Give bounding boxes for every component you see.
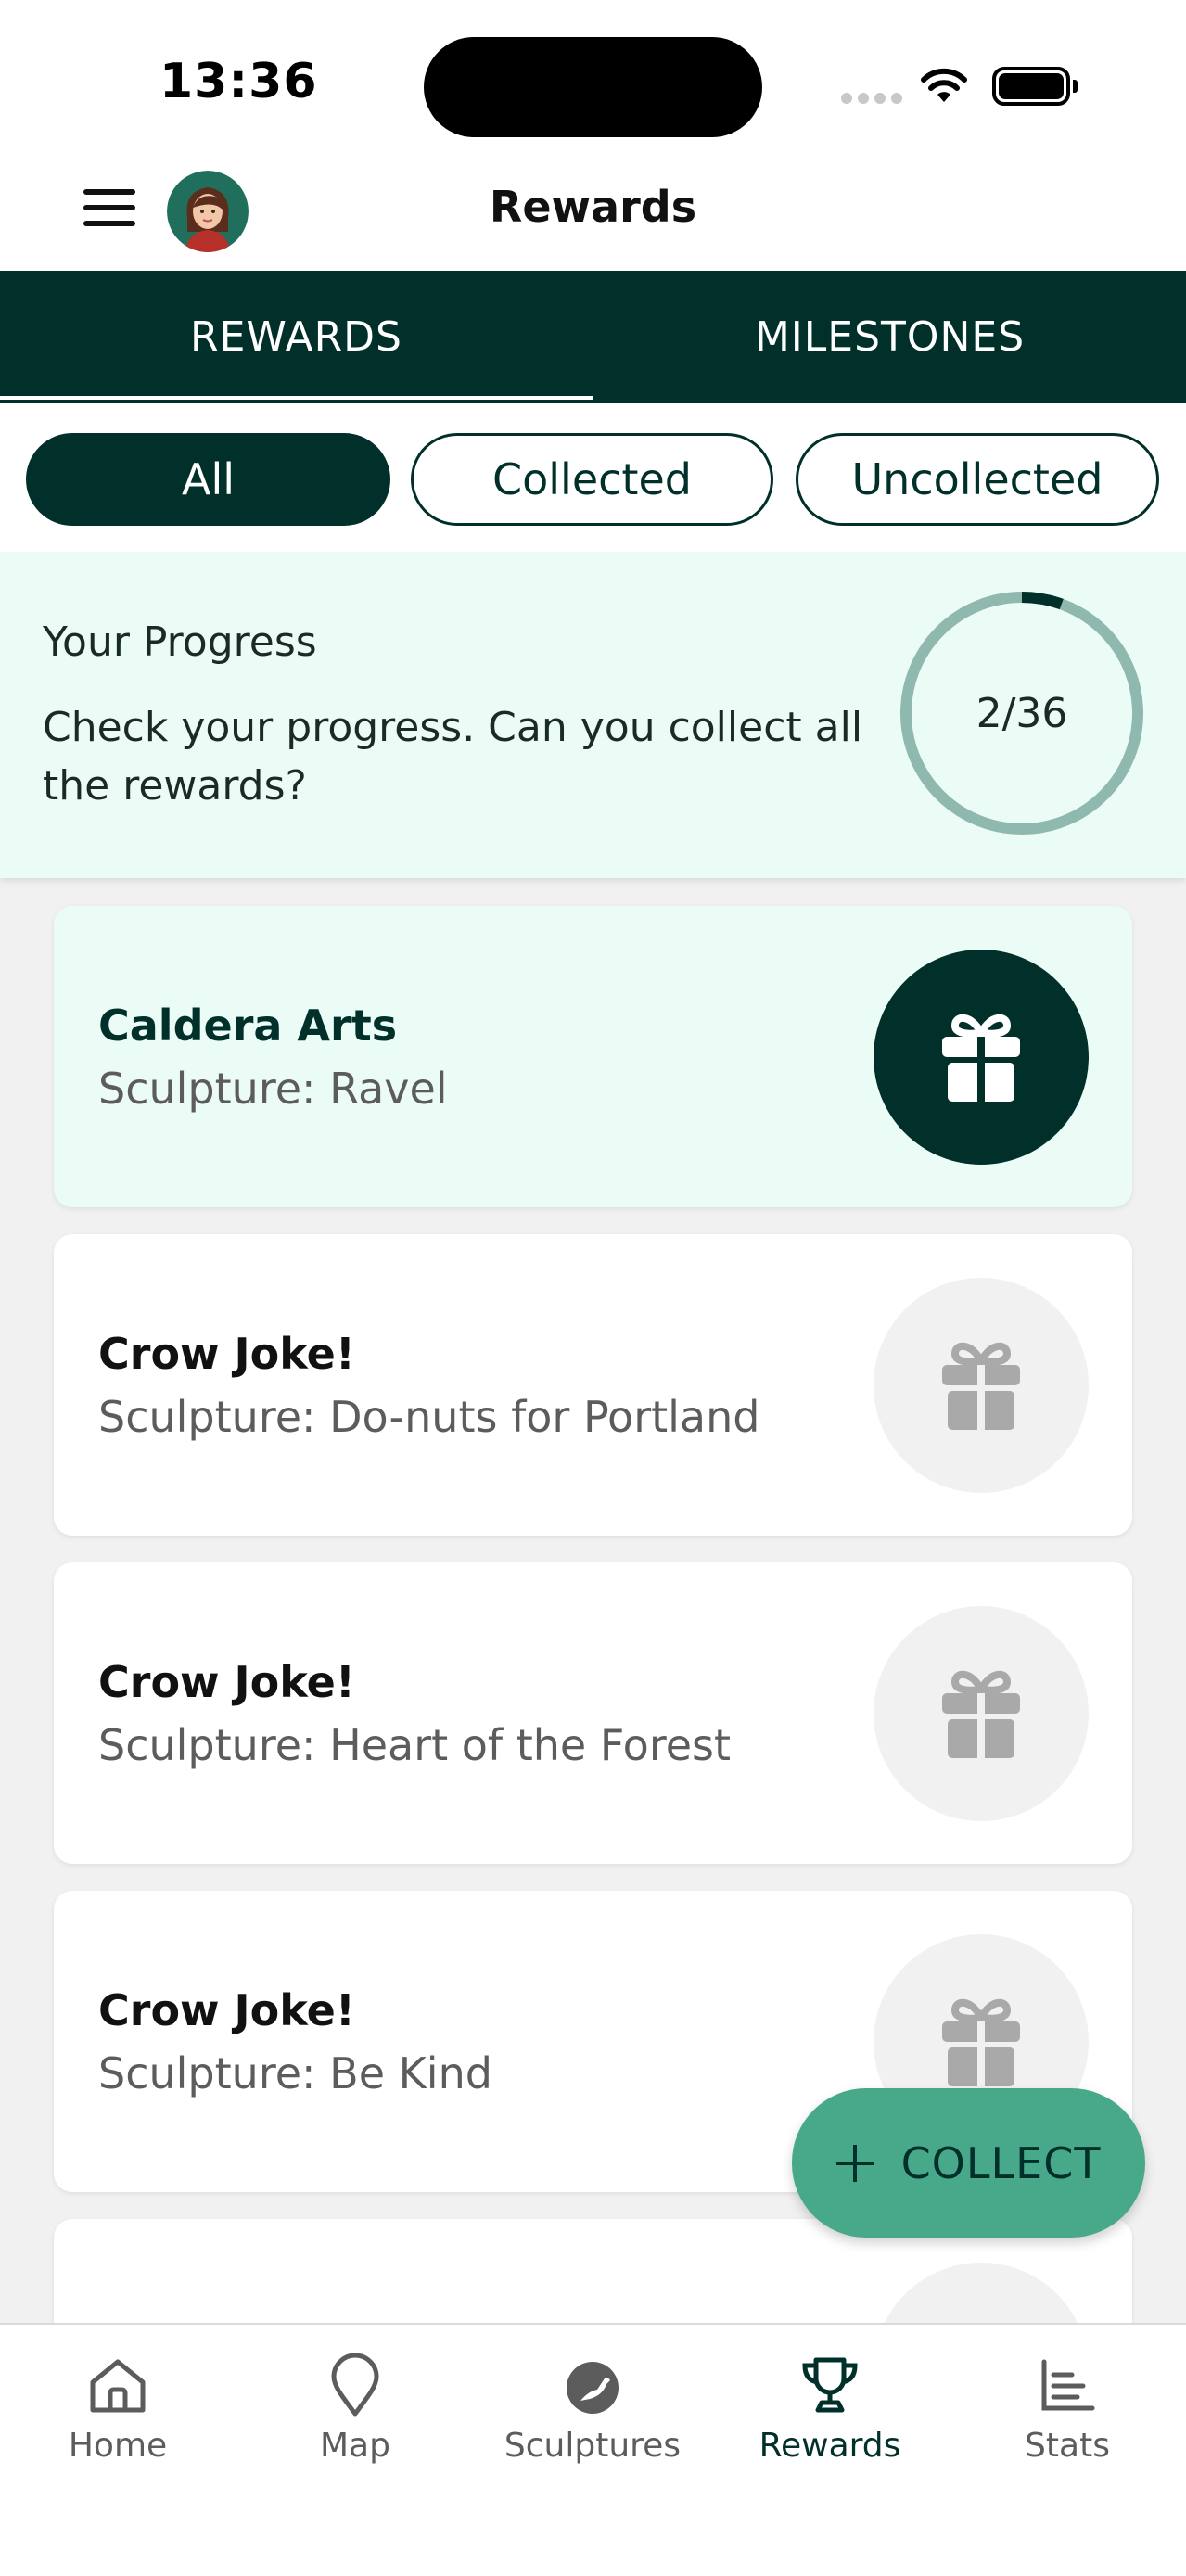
tab-bar: REWARDS MILESTONES <box>0 271 1186 403</box>
reward-badge <box>874 950 1089 1165</box>
reward-title: Crow Joke! <box>98 1985 355 2035</box>
nav-stats-label: Stats <box>1025 2427 1110 2465</box>
progress-card: Your Progress Check your progress. Can y… <box>0 552 1186 878</box>
tab-rewards[interactable]: REWARDS <box>0 271 593 403</box>
progress-count: 2/36 <box>976 689 1068 737</box>
dynamic-island <box>424 37 762 137</box>
reward-card[interactable]: Crow Joke! Sculpture: Do-nuts for Portla… <box>54 1234 1132 1536</box>
nav-map-label: Map <box>320 2427 390 2465</box>
nav-sculptures[interactable]: Sculptures <box>500 2343 685 2465</box>
filter-all-chip[interactable]: All <box>26 433 390 526</box>
trophy-icon <box>802 2357 858 2413</box>
filter-collected-chip[interactable]: Collected <box>411 433 773 526</box>
cellular-signal-icon <box>841 93 902 106</box>
rewards-screen: 13:36 Rewards REWARDS MILESTONES All Col… <box>0 0 1186 2576</box>
battery-icon <box>992 67 1078 106</box>
filter-bar: All Collected Uncollected <box>0 403 1186 552</box>
app-header: Rewards <box>0 158 1186 271</box>
reward-badge <box>874 2263 1089 2323</box>
reward-card[interactable]: Caldera Arts Sculpture: Ravel <box>54 906 1132 1207</box>
nav-sculptures-label: Sculptures <box>504 2427 682 2465</box>
reward-sculpture: Sculpture: Be Kind <box>98 2048 492 2098</box>
reward-sculpture: Sculpture: Heart of the Forest <box>98 1720 732 1770</box>
reward-badge <box>874 1606 1089 1821</box>
reward-badge <box>874 1278 1089 1493</box>
wifi-icon <box>921 68 967 102</box>
bottom-nav: Home Map Sculptures Rewards Stats <box>0 2323 1186 2576</box>
nav-rewards[interactable]: Rewards <box>737 2343 923 2465</box>
progress-description: Check your progress. Can you collect all… <box>43 704 863 810</box>
tab-indicator <box>0 396 593 400</box>
reward-sculpture: Sculpture: Ravel <box>98 1064 448 1114</box>
collect-button[interactable]: COLLECT <box>792 2088 1145 2238</box>
filter-uncollected-chip[interactable]: Uncollected <box>796 433 1159 526</box>
reward-title: Caldera Arts <box>98 1001 398 1051</box>
bird-icon <box>567 2362 619 2414</box>
bar-chart-icon <box>1041 2359 1095 2411</box>
collect-button-label: COLLECT <box>900 2137 1102 2188</box>
gift-icon <box>942 1998 1020 2086</box>
reward-card[interactable]: Crow Joke! Sculpture: Heart of the Fores… <box>54 1562 1132 1864</box>
tab-milestones[interactable]: MILESTONES <box>593 271 1186 403</box>
gift-icon <box>942 1342 1020 1430</box>
nav-home-label: Home <box>68 2427 168 2465</box>
nav-home[interactable]: Home <box>25 2343 210 2465</box>
plus-icon <box>835 2144 874 2182</box>
nav-rewards-label: Rewards <box>759 2427 901 2465</box>
map-pin-icon <box>331 2353 379 2417</box>
reward-title: Crow Joke! <box>98 1329 355 1379</box>
reward-title: Crow Joke! <box>98 1657 355 1707</box>
status-time: 13:36 <box>159 54 318 109</box>
nav-map[interactable]: Map <box>262 2343 448 2465</box>
nav-stats[interactable]: Stats <box>975 2343 1160 2465</box>
status-bar: 13:36 <box>0 0 1186 158</box>
reward-sculpture: Sculpture: Do-nuts for Portland <box>98 1392 760 1442</box>
home-icon <box>90 2359 146 2413</box>
gift-icon <box>942 1670 1020 1758</box>
gift-icon <box>942 1014 1020 1102</box>
page-title: Rewards <box>489 182 697 232</box>
progress-title: Your Progress <box>43 618 317 666</box>
